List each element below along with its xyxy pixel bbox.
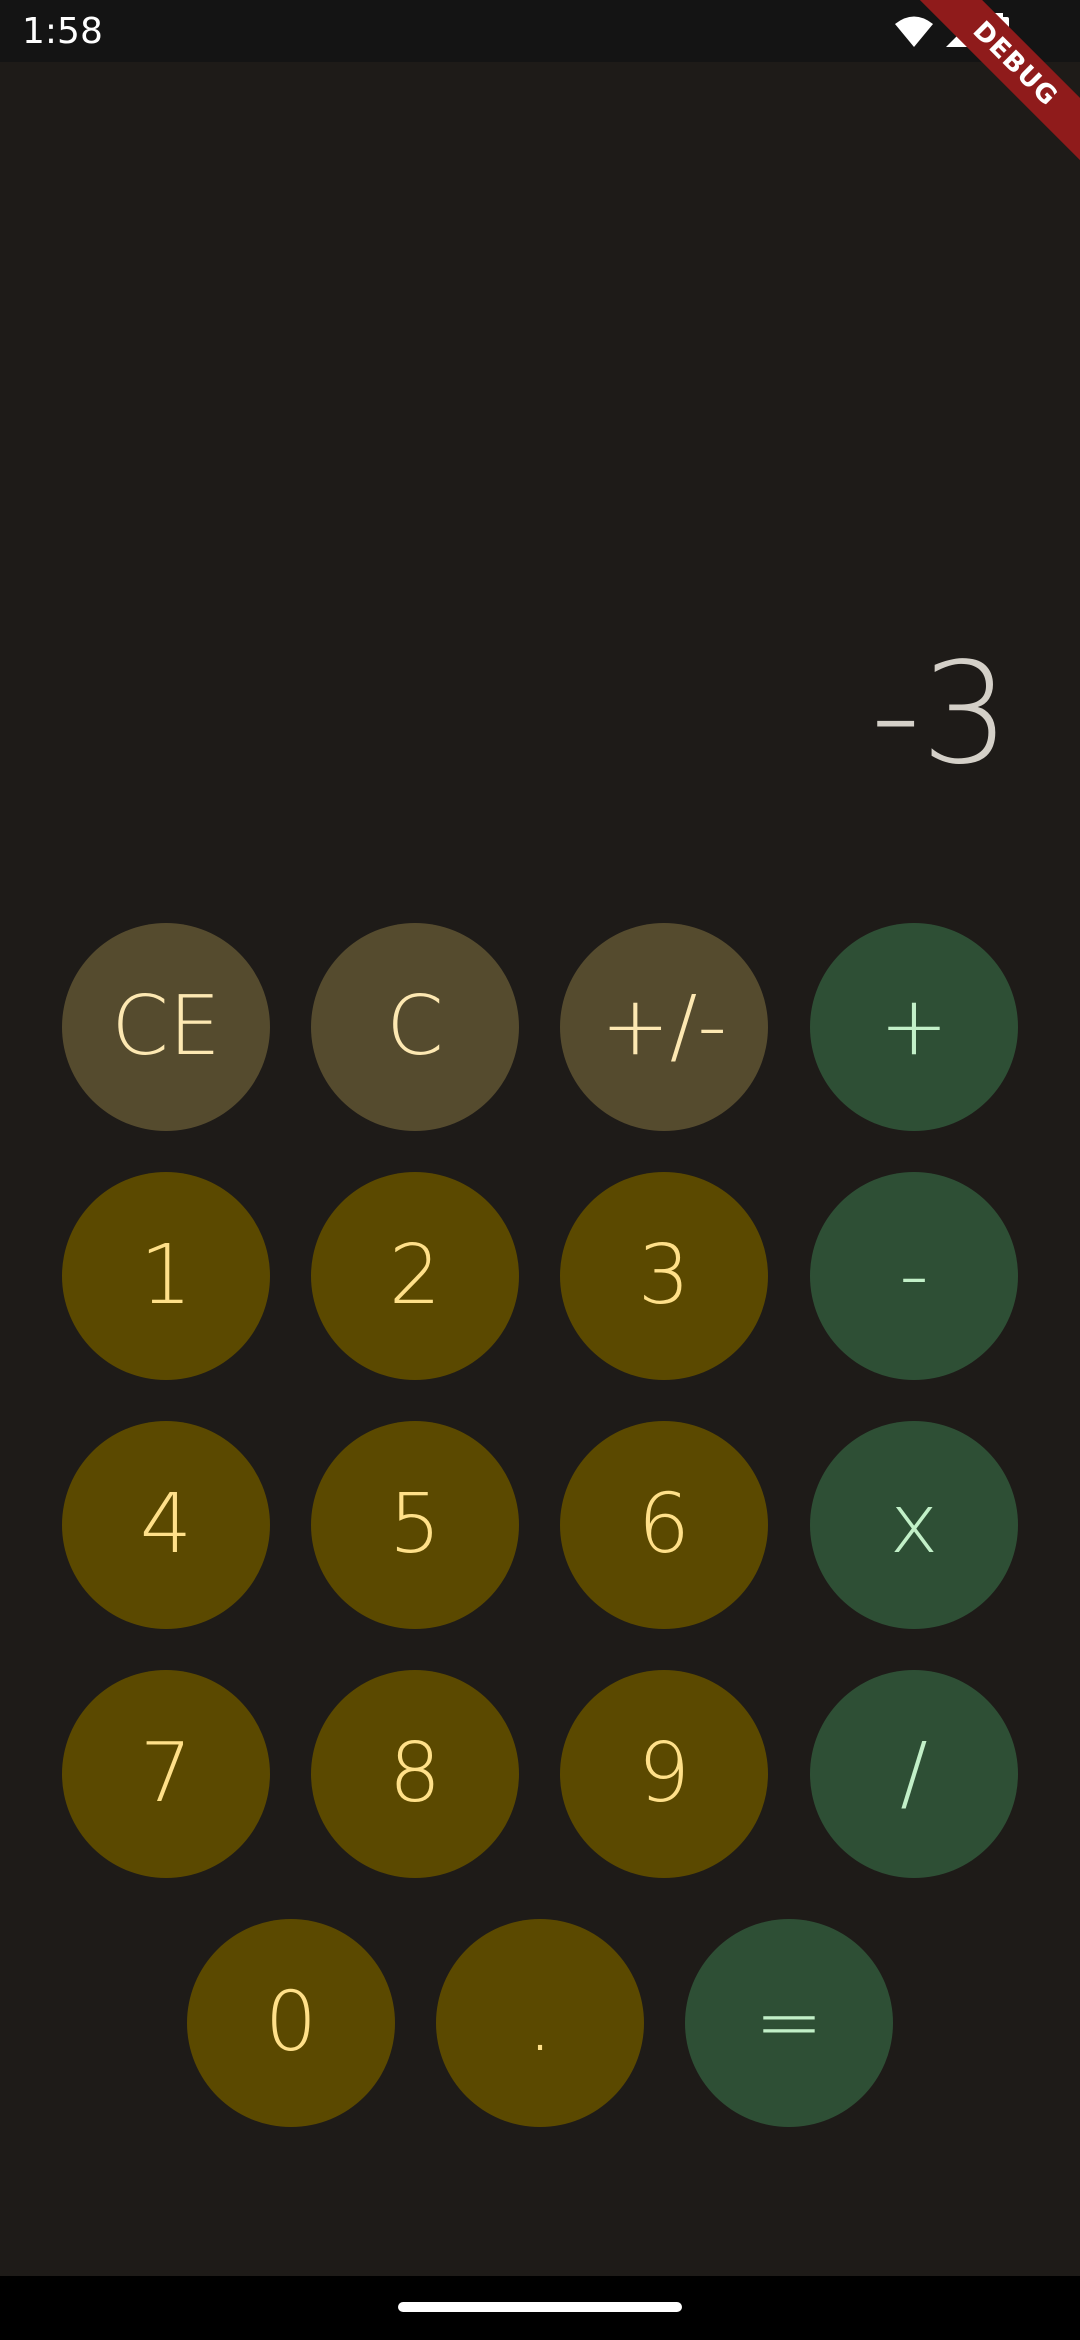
clear-button[interactable]: C	[311, 923, 519, 1131]
divide-button[interactable]: /	[810, 1670, 1018, 1878]
home-indicator[interactable]	[398, 2302, 682, 2312]
digit-5-button[interactable]: 5	[311, 1421, 519, 1629]
digit-8-button[interactable]: 8	[311, 1670, 519, 1878]
multiply-button[interactable]: x	[810, 1421, 1018, 1629]
digit-1-button[interactable]: 1	[62, 1172, 270, 1380]
digit-2-button[interactable]: 2	[311, 1172, 519, 1380]
digit-0-button[interactable]: 0	[187, 1919, 395, 2127]
wifi-icon	[895, 16, 933, 47]
digit-7-button[interactable]: 7	[62, 1670, 270, 1878]
digit-6-button[interactable]: 6	[560, 1421, 768, 1629]
minus-button[interactable]: -	[810, 1172, 1018, 1380]
negate-button[interactable]: +/-	[560, 923, 768, 1131]
plus-button[interactable]: +	[810, 923, 1018, 1131]
result-display: -3	[870, 633, 1010, 796]
clear-entry-button[interactable]: CE	[62, 923, 270, 1131]
digit-3-button[interactable]: 3	[560, 1172, 768, 1380]
equals-button[interactable]: =	[685, 1919, 893, 2127]
digit-4-button[interactable]: 4	[62, 1421, 270, 1629]
digit-9-button[interactable]: 9	[560, 1670, 768, 1878]
status-icons	[894, 12, 1010, 52]
decimal-button[interactable]: .	[436, 1919, 644, 2127]
cell-signal-icon	[946, 17, 976, 47]
battery-icon	[989, 13, 1009, 51]
status-bar: 1:58	[0, 0, 1080, 62]
status-time: 1:58	[22, 11, 103, 52]
